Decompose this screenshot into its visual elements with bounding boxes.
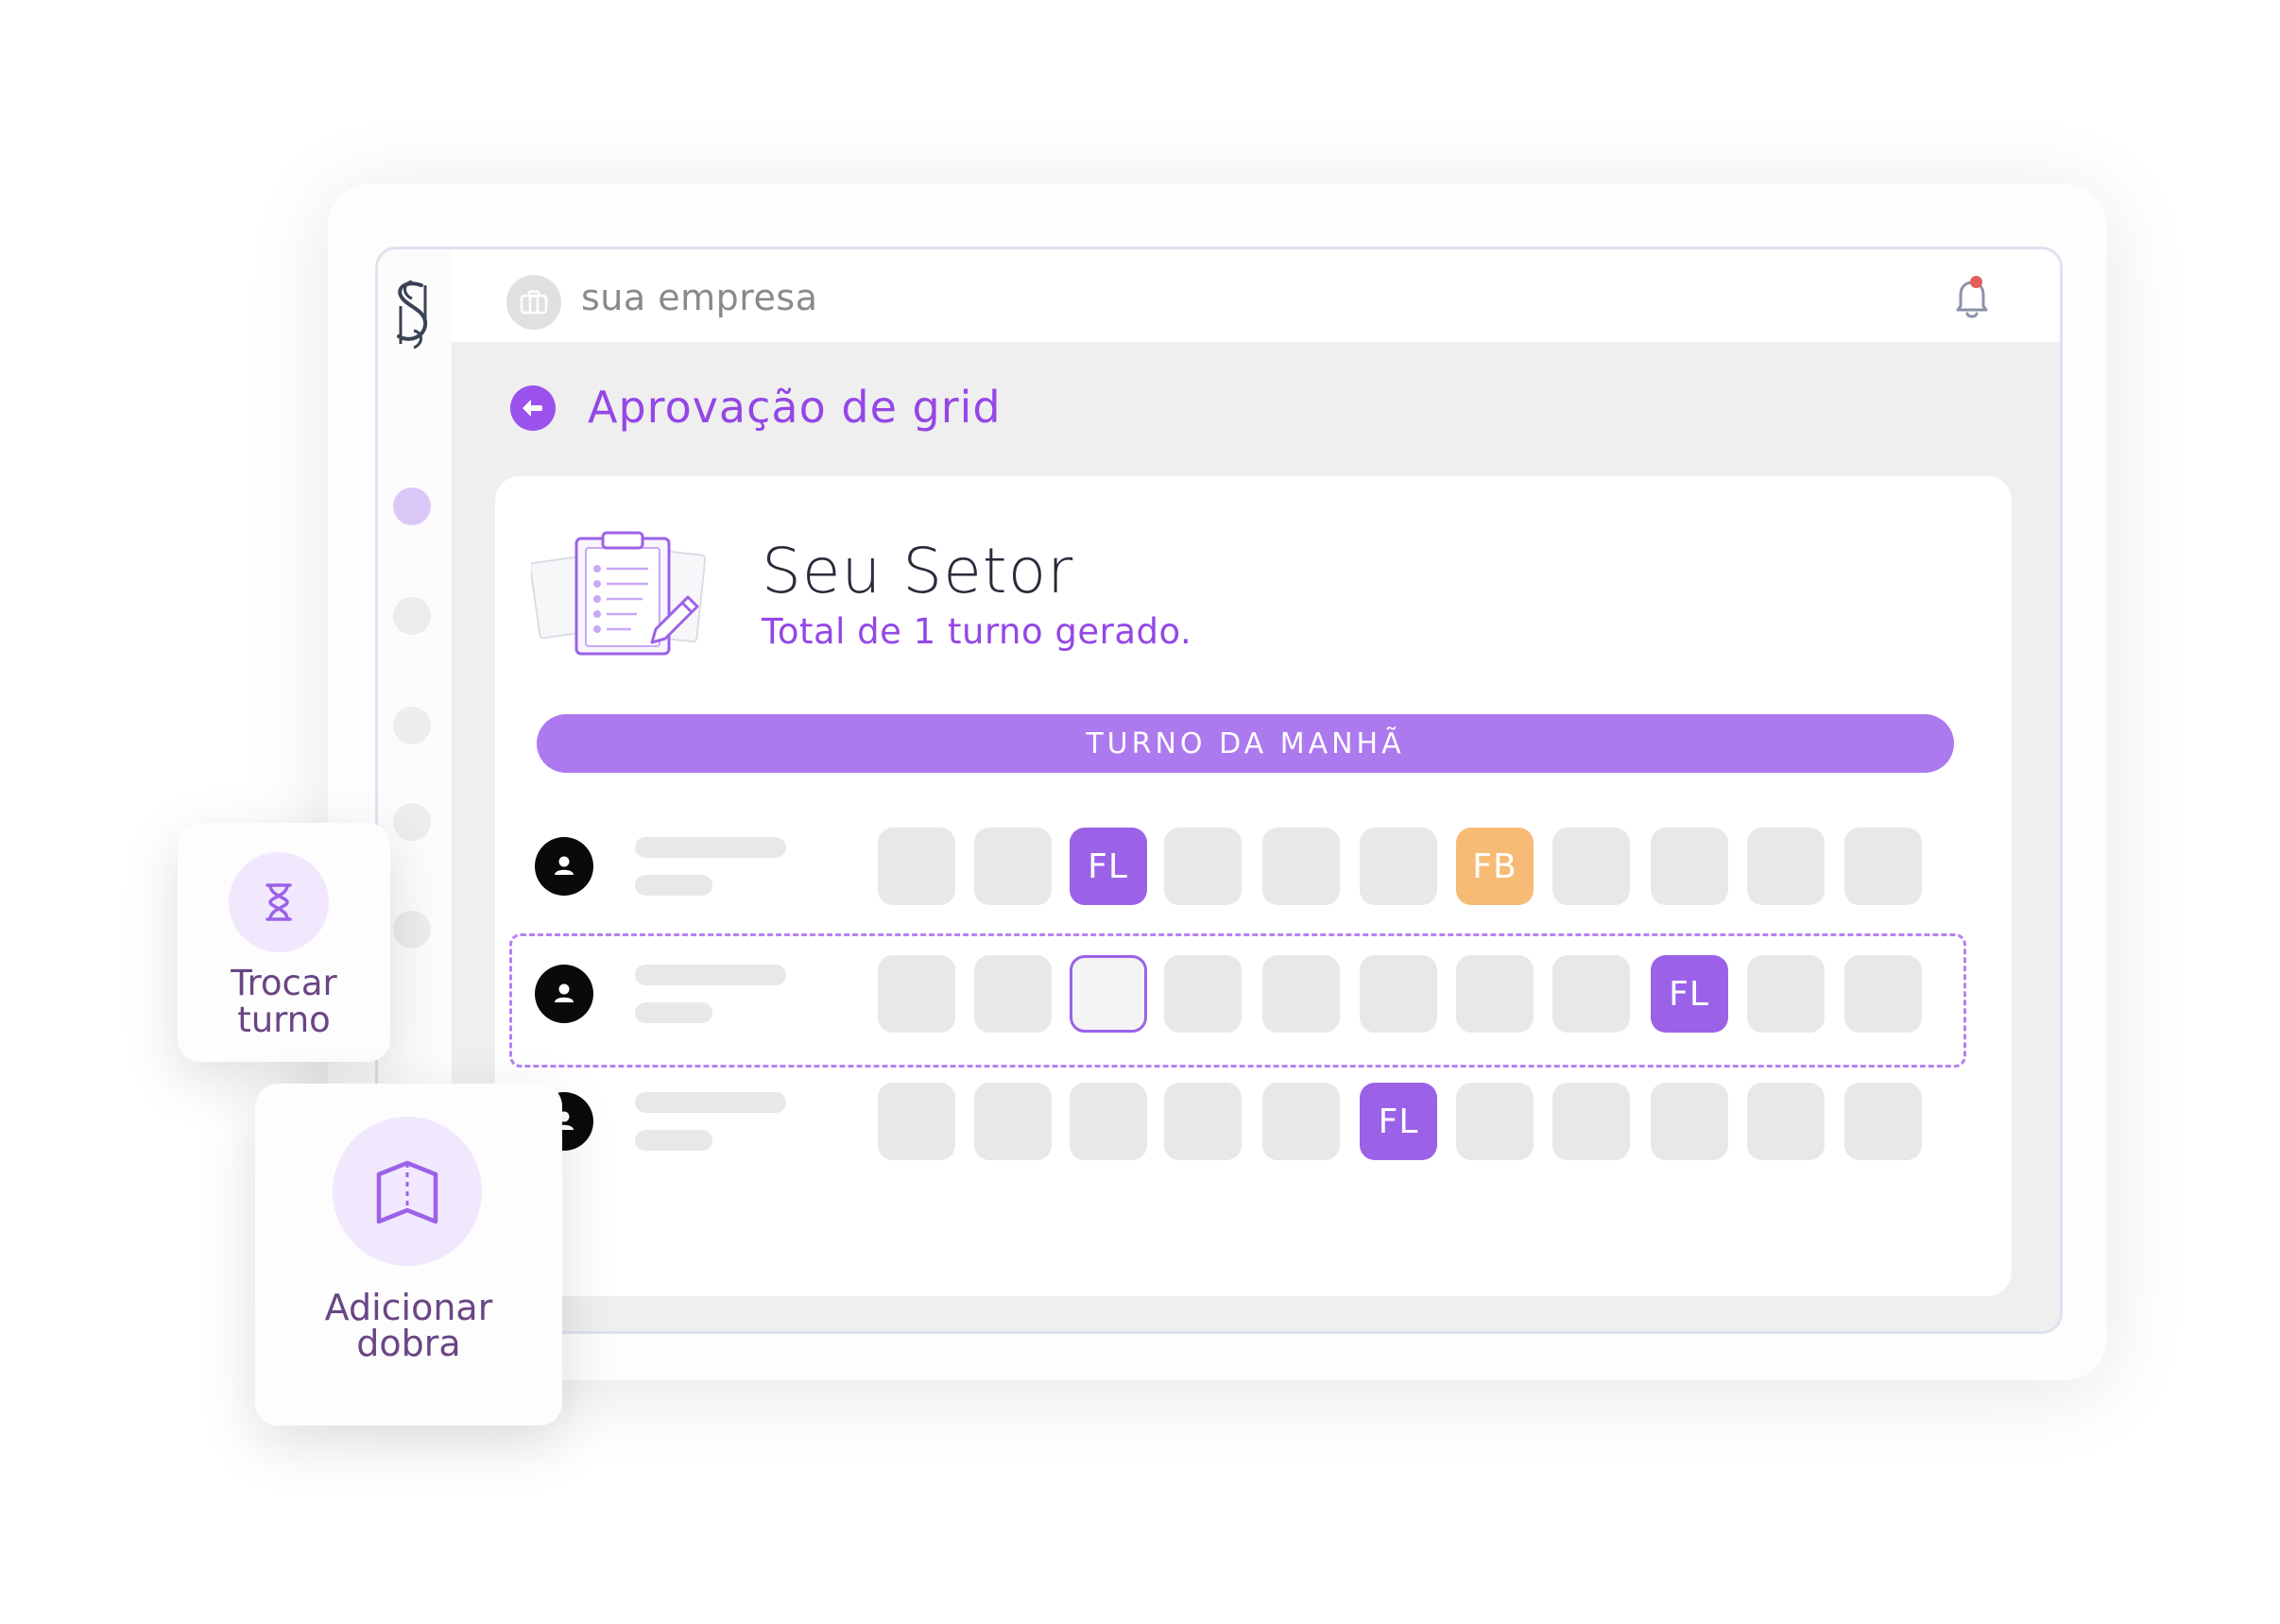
schedule-cell[interactable] <box>878 828 955 905</box>
schedule-cell[interactable] <box>1552 955 1630 1033</box>
schedule-cell[interactable] <box>1844 828 1922 905</box>
schedule-cell[interactable] <box>1261 828 1340 905</box>
name-placeholder <box>635 1092 786 1113</box>
employee-row[interactable]: FL FB <box>495 828 2012 907</box>
clipboard-illustration <box>531 531 707 656</box>
user-icon <box>555 983 574 1002</box>
sidebar-item-1[interactable] <box>393 487 431 525</box>
schedule-cell[interactable] <box>1844 955 1922 1033</box>
app-window: sua empresa Aprovação de grid Seu Setor … <box>375 247 2063 1334</box>
avatar[interactable] <box>535 837 593 896</box>
briefcase-icon[interactable] <box>506 275 561 330</box>
schedule-cell[interactable] <box>974 955 1052 1033</box>
role-placeholder <box>635 875 712 896</box>
schedule-cell[interactable] <box>1164 828 1242 905</box>
user-icon <box>555 856 574 875</box>
avatar[interactable] <box>535 965 593 1023</box>
swap-shift-button[interactable]: Trocar turno <box>178 823 390 1062</box>
role-placeholder <box>635 1002 712 1023</box>
map-icon <box>333 1117 482 1266</box>
employee-row[interactable]: FL <box>495 1083 2012 1162</box>
app-logo[interactable] <box>389 278 437 351</box>
schedule-cell[interactable] <box>1650 828 1728 905</box>
sidebar-item-3[interactable] <box>393 707 431 744</box>
schedule-cell[interactable] <box>1164 955 1242 1033</box>
sector-title: Seu Setor <box>762 535 1074 607</box>
schedule-cell[interactable] <box>878 1083 955 1160</box>
back-button[interactable] <box>510 385 556 431</box>
sector-subtitle: Total de 1 turno gerado. <box>762 611 1192 652</box>
schedule-cell[interactable] <box>1164 1083 1242 1160</box>
add-fold-button[interactable]: Adicionar dobra <box>255 1084 562 1426</box>
add-fold-label-1: Adicionar <box>324 1287 493 1328</box>
name-placeholder <box>635 965 786 985</box>
schedule-cell[interactable] <box>1746 828 1825 905</box>
schedule-cell[interactable] <box>1844 1083 1922 1160</box>
sector-card: Seu Setor Total de 1 turno gerado. TURNO… <box>495 476 2012 1296</box>
schedule-cell[interactable] <box>1069 1083 1147 1160</box>
arrow-left-icon <box>523 400 542 417</box>
schedule-cell-fl[interactable]: FL <box>1650 955 1728 1033</box>
schedule-cell-fb[interactable]: FB <box>1456 828 1534 905</box>
schedule-cell[interactable] <box>974 1083 1052 1160</box>
topbar: sua empresa <box>452 249 2060 342</box>
schedule-cell[interactable] <box>1456 1083 1534 1160</box>
schedule-cell[interactable] <box>1552 1083 1630 1160</box>
schedule-cell[interactable] <box>974 828 1052 905</box>
swap-shift-label-2: turno <box>237 1000 331 1040</box>
schedule-cell-fl[interactable]: FL <box>1360 1083 1437 1160</box>
schedule-cell[interactable] <box>1360 955 1437 1033</box>
schedule-cell[interactable] <box>1650 1083 1728 1160</box>
schedule-cell[interactable] <box>1746 955 1825 1033</box>
swap-shift-label-1: Trocar <box>231 963 337 1003</box>
schedule-cell[interactable] <box>878 955 955 1033</box>
schedule-cell[interactable] <box>1360 828 1437 905</box>
schedule-cell[interactable] <box>1261 955 1340 1033</box>
hourglass-icon <box>229 852 329 952</box>
schedule-cell[interactable] <box>1261 1083 1340 1160</box>
sidebar-item-4[interactable] <box>393 803 431 841</box>
schedule-cell[interactable] <box>1746 1083 1825 1160</box>
schedule-cell[interactable] <box>1552 828 1630 905</box>
sidebar-item-5[interactable] <box>393 911 431 949</box>
notification-badge <box>1970 276 1982 288</box>
schedule-cell[interactable] <box>1069 955 1147 1033</box>
shift-header[interactable]: TURNO DA MANHÃ <box>537 714 1954 773</box>
name-placeholder <box>635 837 786 858</box>
role-placeholder <box>635 1130 712 1151</box>
page-title: Aprovação de grid <box>588 382 1002 433</box>
schedule-cell-fl[interactable]: FL <box>1069 828 1147 905</box>
schedule-cell[interactable] <box>1456 955 1534 1033</box>
company-name[interactable]: sua empresa <box>581 277 818 318</box>
sidebar-item-2[interactable] <box>393 597 431 635</box>
employee-row[interactable]: FL <box>495 955 2012 1034</box>
add-fold-label-2: dobra <box>356 1323 461 1364</box>
